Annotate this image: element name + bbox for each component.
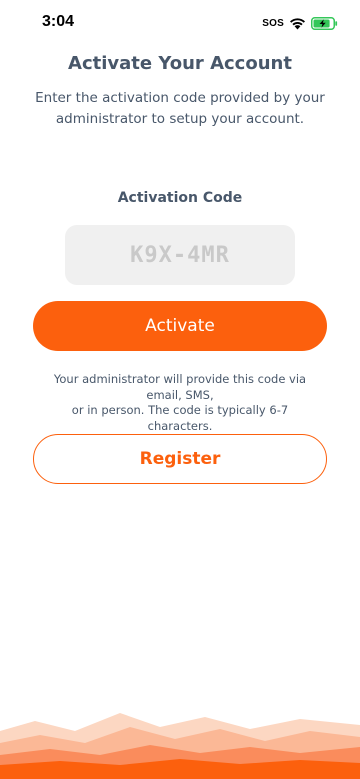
helper-text: Your administrator will provide this cod… [40,372,320,434]
wifi-icon [289,17,306,30]
battery-icon [311,16,338,30]
sos-indicator: SOS [262,17,284,29]
helper-line-1: Your administrator will provide this cod… [53,372,307,386]
status-time: 3:04 [42,13,75,30]
activate-button[interactable]: Activate [33,301,327,351]
status-bar: 3:04 SOS [0,0,360,48]
page-title: Activate Your Account [68,53,292,74]
status-icons: SOS [262,15,338,31]
register-button[interactable]: Register [33,434,327,484]
helper-line-2: email, SMS, [146,387,214,402]
footer-mountains-decoration [0,709,360,779]
page-subtitle: Enter the activation code provided by yo… [35,90,325,127]
helper-line-3: or in person. The code is typically 6-7 … [71,403,289,433]
activation-code-label: Activation Code [117,190,243,206]
activation-code-input[interactable] [65,225,295,285]
activation-screen: 3:04 SOS Activate Your Account Enter the… [0,0,360,779]
